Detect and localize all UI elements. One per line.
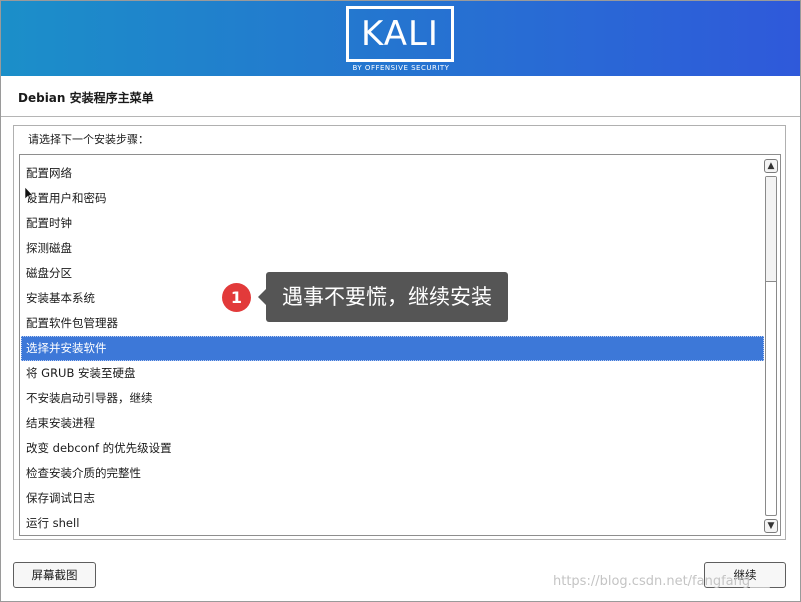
menu-item[interactable]: 运行 shell bbox=[20, 511, 764, 536]
kali-logo-subtitle: BY OFFENSIVE SECURITY bbox=[352, 64, 450, 72]
annotation-callout: 1 遇事不要慌，继续安装 bbox=[222, 272, 508, 322]
mouse-cursor-icon bbox=[25, 187, 33, 201]
kali-banner: KALI BY OFFENSIVE SECURITY bbox=[1, 1, 800, 76]
installer-step-list[interactable]: 配置网络 设置用户和密码 配置时钟 探测磁盘 磁盘分区 安装基本系统 配置软件包管理器 选择并… bbox=[19, 154, 781, 536]
scroll-down-button[interactable]: ▼ bbox=[764, 519, 778, 533]
kali-logo: KALI bbox=[346, 6, 454, 62]
menu-item[interactable]: 探测磁盘 bbox=[20, 236, 764, 261]
menu-item[interactable]: 保存调试日志 bbox=[20, 486, 764, 511]
arrow-down-icon: ▼ bbox=[767, 521, 775, 531]
scroll-up-button[interactable]: ▲ bbox=[764, 159, 778, 173]
page-title: Debian 安装程序主菜单 bbox=[18, 91, 154, 105]
scroll-thumb[interactable] bbox=[766, 177, 776, 282]
screenshot-button[interactable]: 屏幕截图 bbox=[13, 562, 96, 588]
menu-items: 配置网络 设置用户和密码 配置时钟 探测磁盘 磁盘分区 安装基本系统 配置软件包管理器 选择并… bbox=[20, 161, 764, 536]
arrow-up-icon: ▲ bbox=[767, 161, 775, 171]
menu-item[interactable]: 将 GRUB 安装至硬盘 bbox=[20, 361, 764, 386]
watermark: https://blog.csdn.net/fangfang___ bbox=[553, 574, 770, 589]
menu-item[interactable]: 检查安装介质的完整性 bbox=[20, 461, 764, 486]
annotation-badge: 1 bbox=[222, 282, 251, 312]
menu-item[interactable]: 不安装启动引导器，继续 bbox=[20, 386, 764, 411]
kali-logo-text: KALI bbox=[361, 14, 439, 54]
scroll-track[interactable] bbox=[765, 176, 777, 516]
menu-item[interactable]: 配置时钟 bbox=[20, 211, 764, 236]
menu-item[interactable]: 设置用户和密码 bbox=[20, 186, 764, 211]
menu-item[interactable]: 改变 debconf 的优先级设置 bbox=[20, 436, 764, 461]
step-prompt: 请选择下一个安装步骤： bbox=[28, 133, 149, 146]
menu-item[interactable]: 配置网络 bbox=[20, 161, 764, 186]
menu-item[interactable]: 结束安装进程 bbox=[20, 411, 764, 436]
menu-item[interactable]: 选择并安装软件 bbox=[21, 336, 764, 361]
annotation-text: 遇事不要慌，继续安装 bbox=[258, 272, 508, 322]
list-scrollbar[interactable]: ▲ ▼ bbox=[762, 154, 781, 536]
title-divider bbox=[1, 116, 800, 117]
